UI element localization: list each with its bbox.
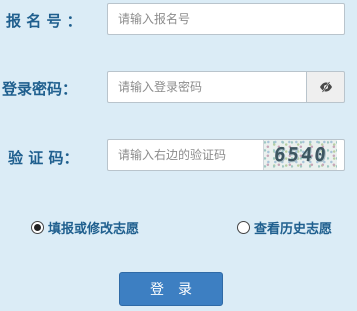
- radio-button-unselected[interactable]: [237, 221, 250, 234]
- registration-number-label: 报 名 号 ：: [6, 12, 82, 30]
- radio-fill-or-modify[interactable]: 填报或修改志愿: [31, 218, 139, 237]
- password-input[interactable]: [107, 71, 307, 103]
- login-button[interactable]: 登录: [119, 272, 223, 306]
- registration-number-input[interactable]: [107, 3, 345, 35]
- radio-label-fill-or-modify: 填报或修改志愿: [48, 222, 140, 237]
- captcha-label: 验 证 码：: [8, 149, 79, 167]
- captcha-code: 6540: [272, 144, 329, 166]
- radio-view-history[interactable]: 查看历史志愿: [237, 218, 332, 237]
- radio-dot-icon: [34, 224, 41, 231]
- password-visibility-toggle[interactable]: [307, 71, 345, 103]
- radio-button-selected[interactable]: [31, 221, 44, 234]
- eye-slash-icon: [319, 81, 332, 93]
- radio-label-view-history: 查看历史志愿: [254, 222, 333, 237]
- password-label: 登录密码：: [2, 80, 78, 98]
- captcha-image[interactable]: 6540: [263, 140, 337, 170]
